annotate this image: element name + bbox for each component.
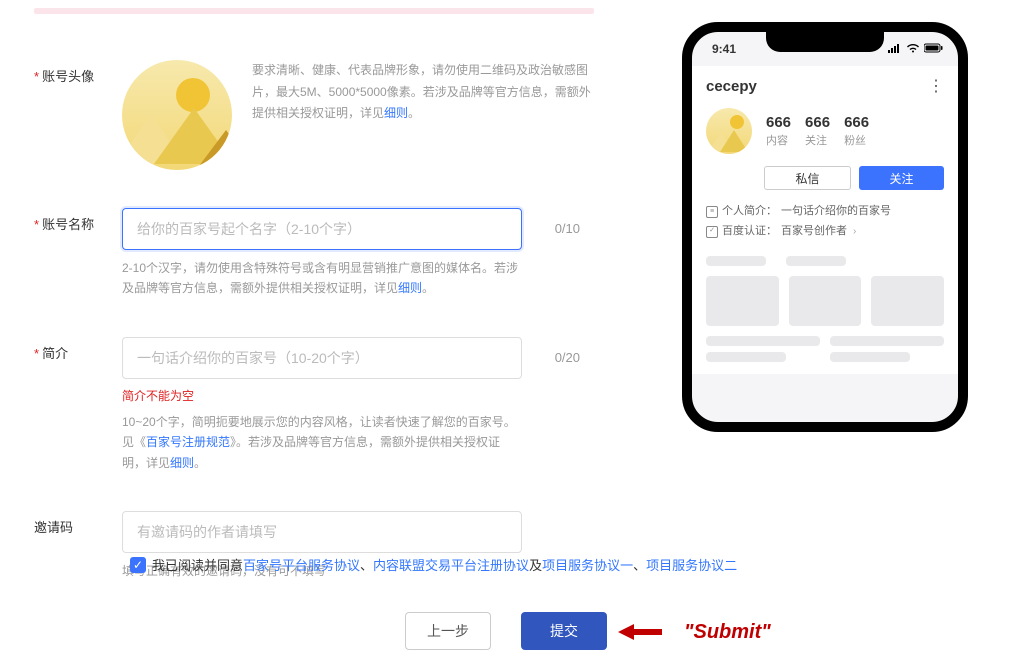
wifi-icon <box>906 42 920 56</box>
invite-input[interactable] <box>122 511 522 553</box>
stat-following: 666 关注 <box>805 114 830 148</box>
annotation-text: "Submit" <box>684 621 771 644</box>
intro-rules-link[interactable]: 细则 <box>170 456 194 470</box>
prev-button[interactable]: 上一步 <box>405 612 491 650</box>
arrow-icon <box>618 620 678 644</box>
progress-bar <box>34 8 594 14</box>
agreement-link-4[interactable]: 项目服务协议二 <box>646 555 737 574</box>
intro-row: *简介 0/20 简介不能为空 10~20个字，简明扼要地展示您的内容风格，让读… <box>34 337 594 473</box>
feed-line-placeholder <box>706 336 820 346</box>
intro-spec-link[interactable]: 百家号注册规范 <box>146 435 230 449</box>
intro-counter: 0/20 <box>555 337 580 379</box>
required-star: * <box>34 217 39 232</box>
agreement-prefix: 我已阅读并同意 <box>152 555 243 574</box>
follow-button[interactable]: 关注 <box>859 166 944 190</box>
intro-input[interactable] <box>122 337 522 379</box>
intro-label: 简介 <box>42 346 68 361</box>
message-button[interactable]: 私信 <box>764 166 851 190</box>
feed-cards <box>706 276 944 326</box>
intro-error: 简介不能为空 <box>122 387 594 404</box>
feed-text-rows <box>706 336 944 362</box>
signal-icon <box>888 42 902 56</box>
check-icon: ✓ <box>133 559 143 571</box>
agreement-checkbox[interactable]: ✓ <box>130 557 146 573</box>
profile-username: cecepy <box>706 78 757 95</box>
chevron-right-icon: › <box>853 223 856 241</box>
feed-line-placeholder <box>830 352 910 362</box>
agreement-link-1[interactable]: 百家号平台服务协议 <box>243 555 360 574</box>
agreement-link-2[interactable]: 内容联盟交易平台注册协议 <box>373 555 529 574</box>
feed-card-placeholder <box>706 276 779 326</box>
form-container: *账号头像 要求清晰、健康、代表品牌形象，请勿使用二维码及政治敏感图片，最大5M… <box>34 60 594 581</box>
avatar-row: *账号头像 要求清晰、健康、代表品牌形象，请勿使用二维码及政治敏感图片，最大5M… <box>34 60 594 170</box>
stat-followers: 666 粉丝 <box>844 114 869 148</box>
name-rules-link[interactable]: 细则 <box>398 281 422 295</box>
required-star: * <box>34 69 39 84</box>
profile-cert: ✓ 百度认证：百家号创作者› <box>706 222 944 242</box>
avatar-upload[interactable] <box>122 60 232 170</box>
avatar-description: 要求清晰、健康、代表品牌形象，请勿使用二维码及政治敏感图片，最大5M、5000*… <box>252 60 594 125</box>
feed-line-placeholder <box>706 352 786 362</box>
cert-icon: ✓ <box>706 226 718 238</box>
bio-icon: ≡ <box>706 206 718 218</box>
more-icon[interactable]: ⋮ <box>928 76 944 96</box>
profile-bio: ≡ 个人简介：一句话介绍你的百家号 <box>706 202 944 222</box>
phone-notch <box>766 30 884 52</box>
phone-preview: 9:41 cecepy ⋮ 666 内容 <box>682 22 968 432</box>
name-input[interactable] <box>122 208 522 250</box>
name-row: *账号名称 0/10 2-10个汉字，请勿使用含特殊符号或含有明显营销推广意图的… <box>34 208 594 299</box>
profile-avatar <box>706 108 752 154</box>
name-label: 账号名称 <box>42 217 94 232</box>
avatar-rules-link[interactable]: 细则 <box>384 106 408 120</box>
feed-tab-placeholder <box>786 256 846 266</box>
feed-tabs <box>706 256 944 266</box>
avatar-label: 账号头像 <box>42 69 94 84</box>
button-row: 上一步 提交 <box>405 612 607 650</box>
feed-tab-placeholder <box>706 256 766 266</box>
required-star: * <box>34 346 39 361</box>
annotation-arrow: "Submit" <box>618 620 771 644</box>
submit-button[interactable]: 提交 <box>521 612 607 650</box>
battery-icon <box>924 42 944 56</box>
agreement-link-3[interactable]: 项目服务协议一 <box>542 555 633 574</box>
status-time: 9:41 <box>712 42 736 56</box>
name-counter: 0/10 <box>555 208 580 250</box>
feed-line-placeholder <box>830 336 944 346</box>
invite-label: 邀请码 <box>34 520 73 535</box>
intro-hint: 10~20个字，简明扼要地展示您的内容风格，让读者快速了解您的百家号。见《百家号… <box>122 412 522 473</box>
feed-card-placeholder <box>871 276 944 326</box>
feed-card-placeholder <box>789 276 862 326</box>
name-hint: 2-10个汉字，请勿使用含特殊符号或含有明显营销推广意图的媒体名。若涉及品牌等官… <box>122 258 522 299</box>
agreement-row: ✓ 我已阅读并同意 百家号平台服务协议 、 内容联盟交易平台注册协议 及 项目服… <box>130 555 870 574</box>
stat-posts: 666 内容 <box>766 114 791 148</box>
